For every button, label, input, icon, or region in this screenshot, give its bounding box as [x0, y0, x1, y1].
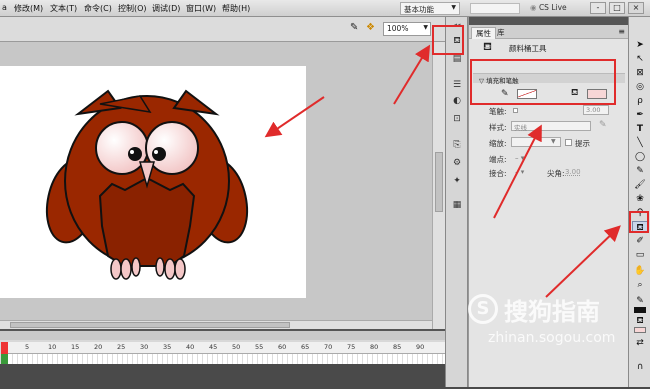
watermark-url: zhinan.sogou.com — [488, 330, 616, 346]
watermark-logo-text: 搜狗指南 — [504, 298, 600, 326]
arrow-to-panel-icon — [393, 44, 431, 105]
watermark: S 搜狗指南 zhinan.sogou.com — [468, 290, 650, 380]
arrow-to-bucket-tool — [545, 225, 621, 298]
arrow-to-fill-swatch — [493, 124, 542, 219]
sogou-logo-icon: S — [468, 294, 498, 324]
arrow-to-stage — [264, 96, 325, 138]
